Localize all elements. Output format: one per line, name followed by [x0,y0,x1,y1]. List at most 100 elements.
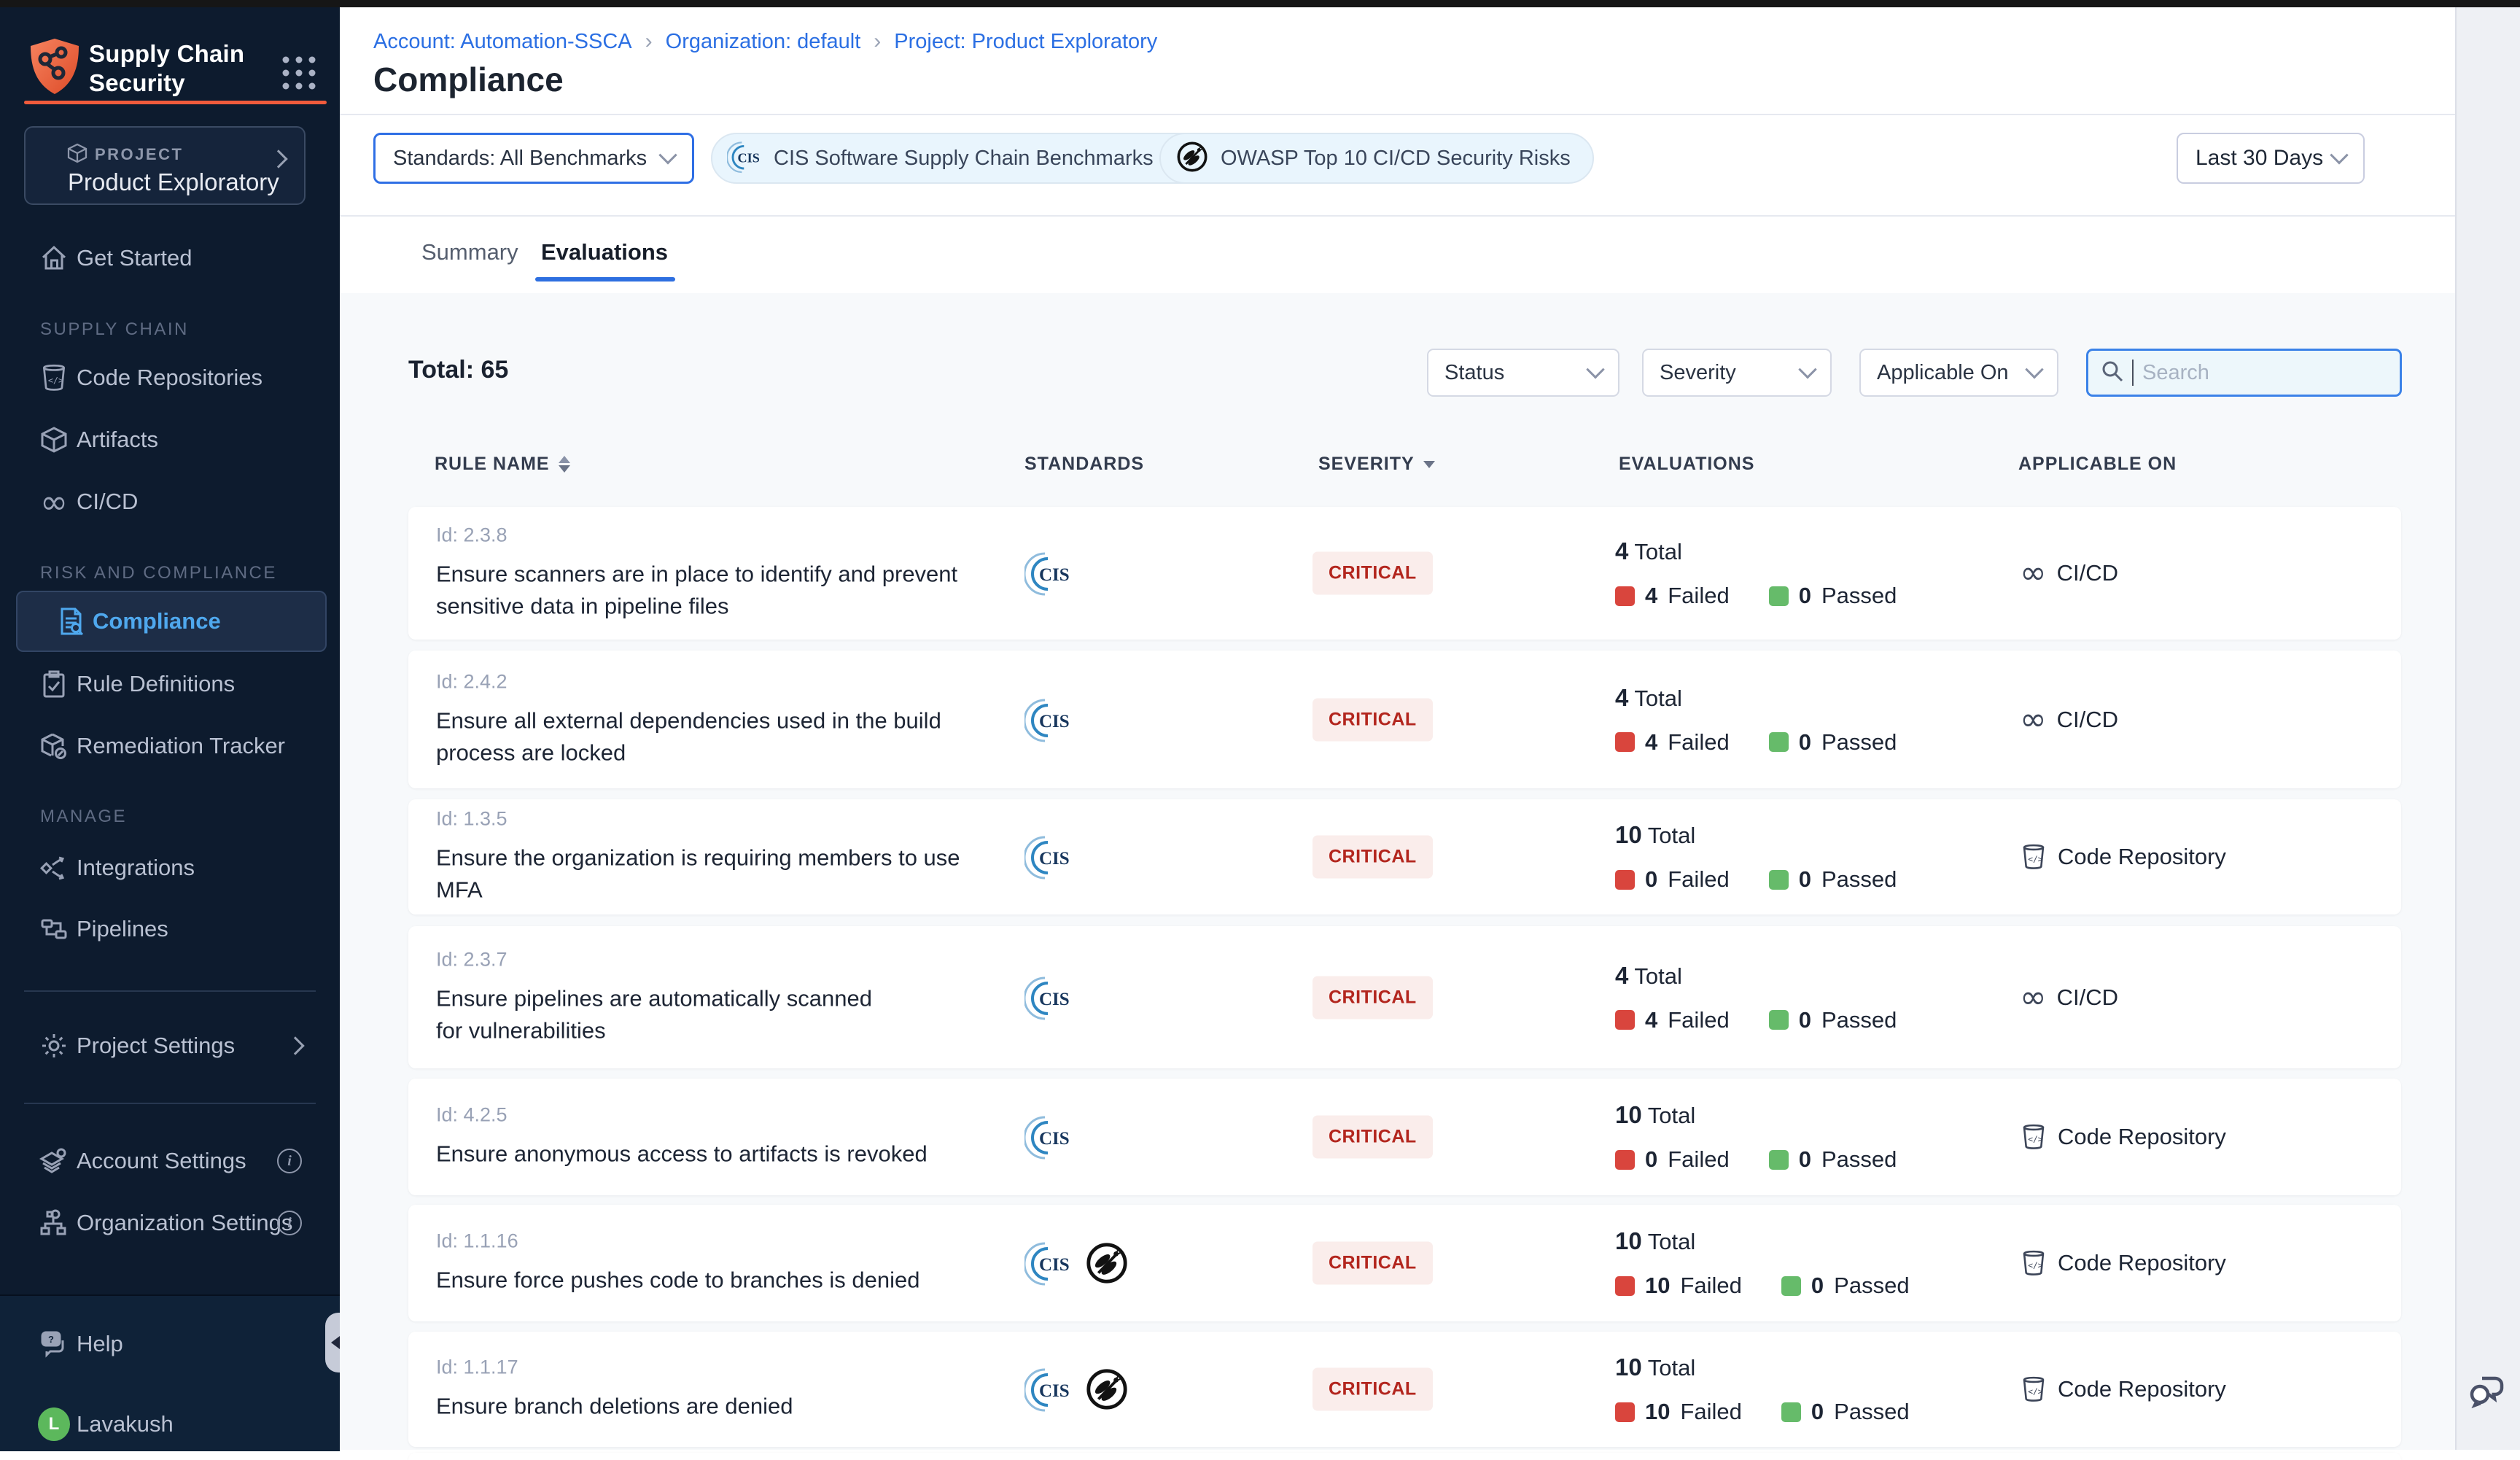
standards-cell: CIS [1024,1365,1129,1413]
sidebar-item-get-started[interactable]: Get Started [0,232,340,284]
standards-cell: CIS [1024,974,1073,1022]
failed-indicator [1615,1010,1635,1030]
table-row[interactable]: Id: 2.4.2 Ensure all external dependenci… [408,651,2401,788]
breadcrumb-project[interactable]: Project: Product Exploratory [894,30,1157,54]
tab-evaluations[interactable]: Evaluations [541,239,668,265]
evaluations-cell: 4 Total 4Failed 0Passed [1615,684,1897,756]
severity-filter[interactable]: Severity [1642,349,1832,397]
breadcrumb-organization[interactable]: Organization: default [666,30,861,54]
project-name: Product Exploratory [68,168,279,196]
cis-logo-icon: CIS [1024,1113,1073,1161]
gear-icon [38,1030,70,1062]
total-count: Total: 65 [408,356,508,384]
column-rule-name[interactable]: RULE NAME [435,454,570,475]
info-icon[interactable]: i [277,1149,302,1173]
breadcrumb-separator: › [874,29,881,54]
sidebar-item-artifacts[interactable]: Artifacts [0,413,340,466]
pipelines-icon [38,913,70,945]
table-row[interactable]: Id: 1.3.5 Ensure the organization is req… [408,799,2401,915]
breadcrumb-account[interactable]: Account: Automation-SSCA [373,30,632,54]
table-row[interactable]: Id: 2.3.7 Ensure pipelines are automatic… [408,926,2401,1068]
severity-badge: CRITICAL [1312,552,1433,595]
rule-id: Id: 1.3.5 [436,808,1012,831]
help-chat-icon: ? [38,1328,70,1360]
rule-id: Id: 1.1.17 [436,1356,1012,1379]
rule-id: Id: 1.1.16 [436,1230,1012,1253]
search-input[interactable] [2141,360,2384,386]
date-range-select[interactable]: Last 30 Days [2177,133,2365,184]
failed-indicator [1615,586,1635,606]
applicable-on-filter[interactable]: Applicable On [1859,349,2058,397]
chip-owasp[interactable]: OWASP Top 10 CI/CD Security Risks [1159,133,1594,184]
table-row[interactable]: Id: 2.3.8 Ensure scanners are in place t… [408,507,2401,640]
severity-badge: CRITICAL [1312,1116,1433,1159]
sidebar: Supply ChainSecurity PROJECT Product Exp… [0,7,340,1450]
section-label-risk-compliance: RISK AND COMPLIANCE [40,563,277,583]
applicable-cell: </> Code Repository [2020,1249,2226,1277]
column-severity[interactable]: SEVERITY [1318,454,1435,475]
sidebar-item-help[interactable]: ? Help [0,1318,340,1370]
rule-cell: Id: 2.4.2 Ensure all external dependenci… [436,670,1012,769]
failed-indicator [1615,1276,1635,1296]
sidebar-divider [24,990,316,992]
sidebar-item-rule-definitions[interactable]: Rule Definitions [0,658,340,710]
sidebar-user[interactable]: L Lavakush [0,1398,340,1451]
project-selector[interactable]: PROJECT Product Exploratory [24,126,306,205]
table-row[interactable]: Id: 1.1.16 Ensure force pushes code to b… [408,1205,2401,1321]
section-label-manage: MANAGE [40,807,127,827]
standards-select[interactable]: Standards: All Benchmarks [373,133,694,184]
passed-indicator [1781,1402,1801,1422]
sidebar-item-account-settings[interactable]: Account Settings i [0,1135,340,1187]
applicable-cell: </> Code Repository [2020,1375,2226,1403]
cis-logo-icon: CIS [1024,549,1073,597]
sidebar-item-code-repositories[interactable]: </> Code Repositories [0,352,340,404]
rule-name: Ensure scanners are in place to identify… [436,559,1012,623]
status-filter[interactable]: Status [1427,349,1619,397]
sidebar-item-cicd[interactable]: ∞ CI/CD [0,475,340,528]
breadcrumb-separator: › [645,29,653,54]
layers-gear-icon [38,1145,70,1177]
rule-cell: Id: 1.1.17 Ensure branch deletions are d… [436,1356,1012,1423]
sidebar-item-remediation-tracker[interactable]: Remediation Tracker [0,720,340,772]
sidebar-item-compliance[interactable]: Compliance [16,591,327,652]
clipboard-check-icon [38,668,70,700]
severity-badge: CRITICAL [1312,698,1433,741]
collapse-arrow-icon [331,1336,340,1349]
table-row[interactable]: Id: 4.2.5 Ensure anonymous access to art… [408,1079,2401,1195]
standards-cell: CIS [1024,549,1073,597]
sort-desc-icon[interactable] [1423,461,1435,468]
app-switcher-grid-icon[interactable] [279,53,319,97]
integrations-icon [38,852,70,884]
sidebar-item-project-settings[interactable]: Project Settings [0,1020,340,1072]
evaluations-cell: 10 Total 0Failed 0Passed [1615,1101,1897,1173]
user-avatar: L [38,1408,70,1440]
info-icon[interactable]: i [277,1211,302,1235]
table-row[interactable]: Id: 1.1.17 Ensure branch deletions are d… [408,1332,2401,1447]
column-evaluations: EVALUATIONS [1619,454,1754,475]
svg-text:CIS: CIS [1039,1381,1070,1401]
svg-text:CIS: CIS [1039,712,1070,731]
main-content: Account: Automation-SSCA › Organization:… [340,7,2455,1450]
applicable-cell: </> Code Repository [2020,843,2226,871]
tab-summary[interactable]: Summary [421,239,518,265]
cis-logo-icon: CIS [727,139,762,178]
code-repository-icon: </> [2020,1123,2048,1151]
search-box[interactable] [2086,349,2402,397]
sidebar-item-pipelines[interactable]: Pipelines [0,903,340,955]
code-repository-icon: </> [38,362,70,394]
infinity-icon: ∞ [2020,709,2047,731]
column-applicable-on: APPLICABLE ON [2018,454,2177,475]
rule-cell: Id: 4.2.5 Ensure anonymous access to art… [436,1104,1012,1170]
svg-text:</>: </> [48,375,63,385]
chip-cis-benchmark[interactable]: CIS CIS Software Supply Chain Benchmarks… [711,133,1212,184]
support-chat-icon[interactable] [2468,1370,2508,1414]
standards-cell: CIS [1024,1239,1129,1287]
page-gutter [2455,7,2520,1450]
sidebar-item-organization-settings[interactable]: Organization Settings i [0,1197,340,1249]
svg-text:CIS: CIS [1039,1129,1070,1149]
cis-logo-icon: CIS [1024,833,1073,881]
sort-icon[interactable] [559,456,570,473]
rule-id: Id: 2.3.7 [436,948,1012,971]
chevron-right-icon [269,150,287,168]
sidebar-item-integrations[interactable]: Integrations [0,842,340,894]
